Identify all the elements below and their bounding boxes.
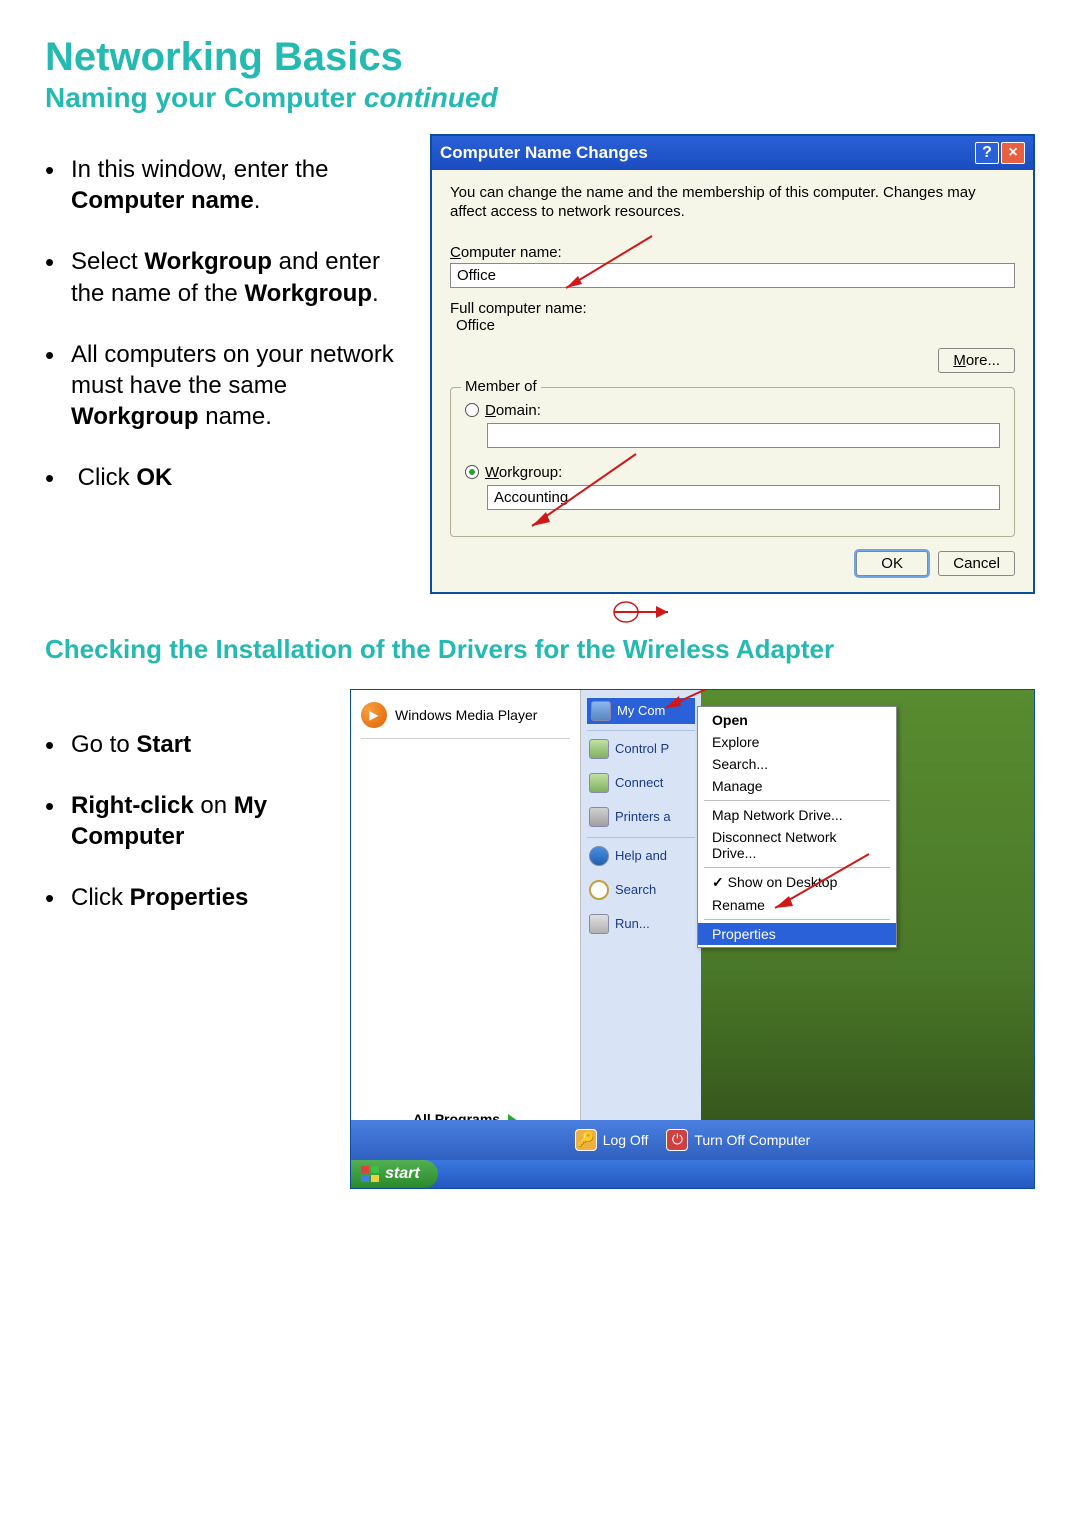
separator [587, 837, 695, 838]
separator [361, 738, 570, 739]
workgroup-radio-row[interactable]: Workgroup: [465, 464, 1000, 481]
instruction-item: Select Workgroup and enter the name of t… [71, 246, 405, 308]
computer-name-input[interactable] [450, 263, 1015, 288]
menu-item-rename[interactable]: Rename [698, 894, 896, 916]
page-title: Networking Basics [45, 35, 1035, 80]
instruction-item: All computers on your network must have … [71, 339, 405, 433]
start-button[interactable]: start [351, 1160, 438, 1188]
logoff-icon: 🔑 [575, 1129, 597, 1151]
connect-icon [589, 773, 609, 793]
dialog-description: You can change the name and the membersh… [450, 184, 1015, 222]
search-icon [589, 880, 609, 900]
instruction-item: Click OK [71, 462, 405, 493]
more-button[interactable]: More... [938, 348, 1015, 373]
instruction-item: Right-click on My Computer [71, 790, 325, 852]
menu-item-properties[interactable]: Properties [698, 923, 896, 945]
turnoff-button[interactable]: ⏻ Turn Off Computer [666, 1129, 810, 1151]
menu-item-explore[interactable]: Explore [698, 731, 896, 753]
separator [704, 800, 890, 801]
arrow-icon [612, 592, 692, 632]
program-item-wmp[interactable]: Windows Media Player [361, 698, 570, 732]
section2-heading: Checking the Installation of the Drivers… [45, 634, 1035, 665]
workgroup-input[interactable] [487, 485, 1000, 510]
domain-label: Domain: [485, 402, 541, 419]
domain-radio-row[interactable]: Domain: [465, 402, 1000, 419]
menu-item-show-desktop[interactable]: Show on Desktop [698, 871, 896, 894]
workgroup-label: Workgroup: [485, 464, 562, 481]
separator [704, 867, 890, 868]
separator [704, 919, 890, 920]
start-item-help[interactable]: Help and [587, 842, 695, 870]
start-menu-bottom-bar: 🔑 Log Off ⏻ Turn Off Computer [351, 1120, 1034, 1160]
instructions-section2: Go to Start Right-click on My Computer C… [45, 689, 325, 944]
workgroup-radio[interactable] [465, 465, 479, 479]
computer-name-label: Computer name: [450, 244, 1015, 261]
menu-item-search[interactable]: Search... [698, 753, 896, 775]
menu-item-map-drive[interactable]: Map Network Drive... [698, 804, 896, 826]
help-button[interactable]: ? [975, 142, 999, 164]
logoff-button[interactable]: 🔑 Log Off [575, 1129, 649, 1151]
close-button[interactable]: × [1001, 142, 1025, 164]
page-subtitle: Naming your Computer continued [45, 82, 1035, 114]
ok-button[interactable]: OK [856, 551, 928, 576]
cancel-button[interactable]: Cancel [938, 551, 1015, 576]
power-icon: ⏻ [666, 1129, 688, 1151]
start-item-controlpanel[interactable]: Control P [587, 735, 695, 763]
start-item-printers[interactable]: Printers a [587, 803, 695, 831]
run-icon [589, 914, 609, 934]
start-menu-right-panel: My Com Control P Connect Printers a Help… [581, 690, 701, 1140]
dialog-title: Computer Name Changes [440, 143, 648, 163]
start-menu-screenshot: Windows Media Player All Programs My Com… [350, 689, 1035, 1189]
menu-item-disconnect-drive[interactable]: Disconnect Network Drive... [698, 826, 896, 864]
control-panel-icon [589, 739, 609, 759]
menu-item-manage[interactable]: Manage [698, 775, 896, 797]
start-item-mycomputer[interactable]: My Com [587, 698, 695, 724]
context-menu: Open Explore Search... Manage Map Networ… [697, 706, 897, 948]
instruction-item: In this window, enter the Computer name. [71, 154, 405, 216]
instruction-item: Click Properties [71, 882, 325, 913]
instructions-section1: In this window, enter the Computer name.… [45, 134, 405, 524]
start-item-connect[interactable]: Connect [587, 769, 695, 797]
start-item-search[interactable]: Search [587, 876, 695, 904]
taskbar: start [351, 1160, 1034, 1188]
start-menu-left-panel: Windows Media Player All Programs [351, 690, 581, 1140]
member-of-legend: Member of [461, 378, 541, 395]
separator [587, 730, 695, 731]
wmp-icon [361, 702, 387, 728]
dialog-titlebar: Computer Name Changes ? × [432, 136, 1033, 170]
printer-icon [589, 807, 609, 827]
instruction-item: Go to Start [71, 729, 325, 760]
menu-item-open[interactable]: Open [698, 709, 896, 731]
computer-name-changes-dialog: Computer Name Changes ? × You can change… [430, 134, 1035, 594]
full-computer-name-value: Office [456, 317, 1015, 334]
domain-radio[interactable] [465, 403, 479, 417]
member-of-fieldset: Member of Domain: Workgroup: [450, 387, 1015, 537]
help-icon [589, 846, 609, 866]
full-computer-name-label: Full computer name: [450, 300, 1015, 317]
windows-flag-icon [361, 1166, 379, 1182]
computer-icon [591, 701, 611, 721]
start-item-run[interactable]: Run... [587, 910, 695, 938]
program-label: Windows Media Player [395, 707, 537, 723]
domain-input[interactable] [487, 423, 1000, 448]
